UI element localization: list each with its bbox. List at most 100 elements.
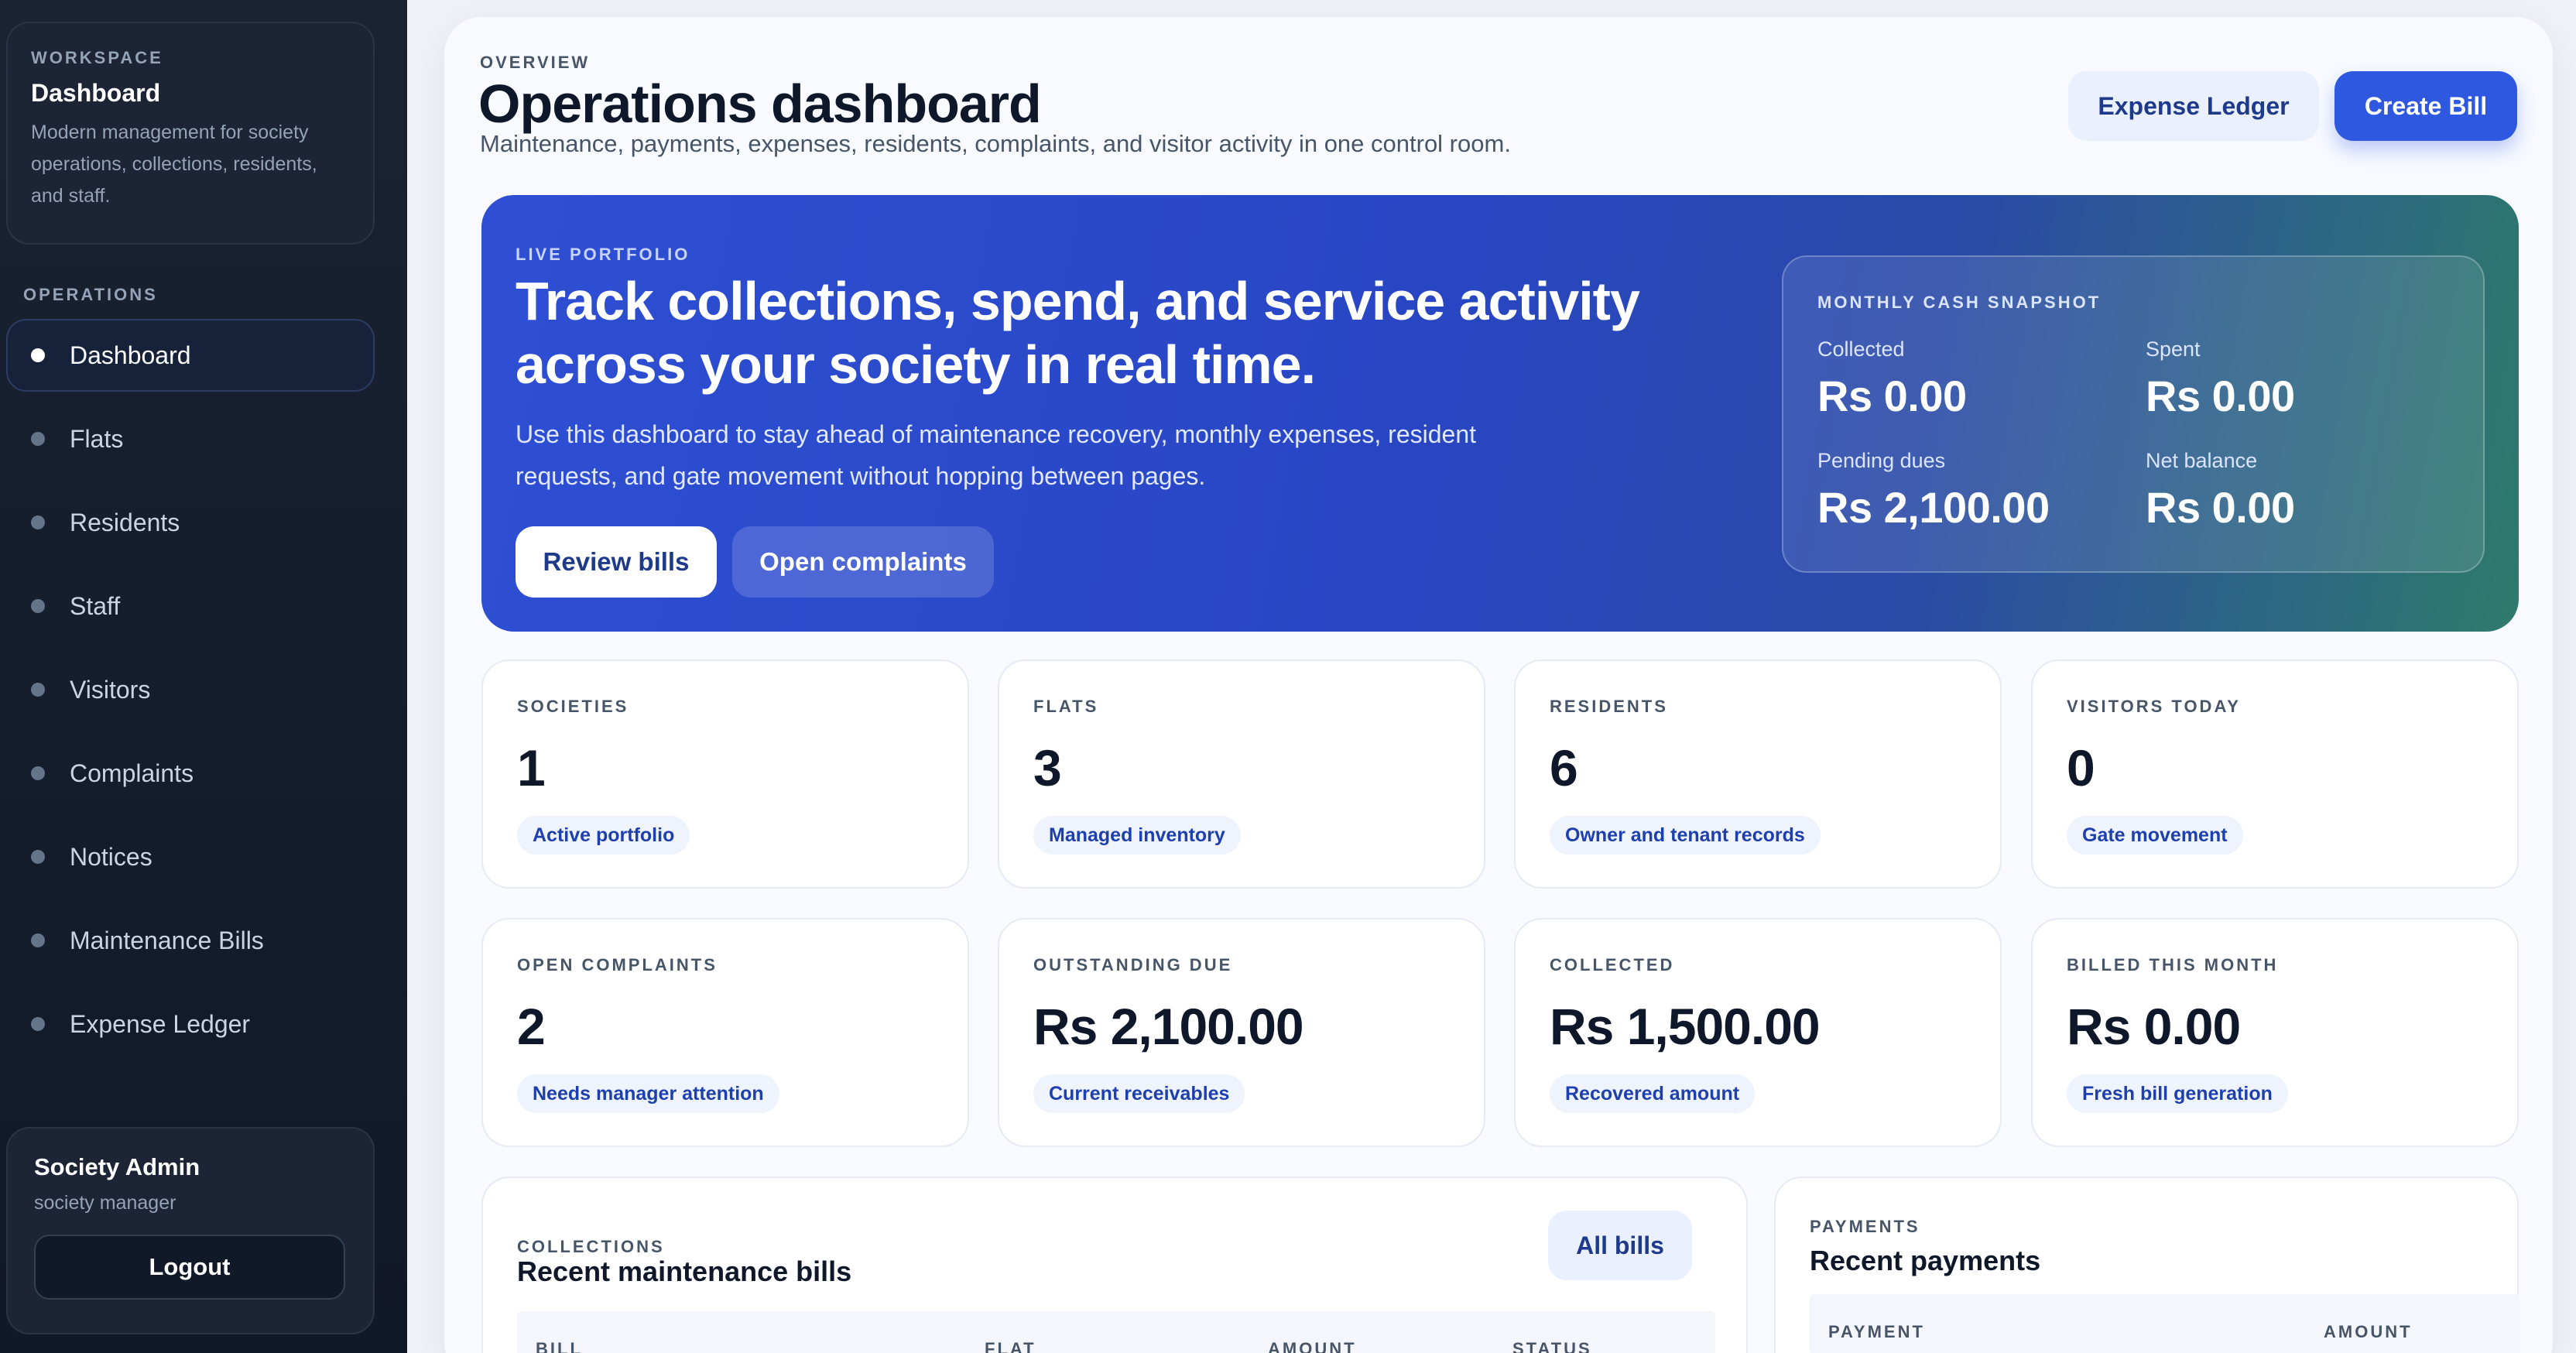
stat-label: COLLECTED (1550, 955, 1675, 975)
bills-table-header: BILL FLAT AMOUNT STATUS (517, 1311, 1715, 1353)
stat-value: Rs 1,500.00 (1550, 998, 1821, 1055)
stat-chip: Recovered amount (1550, 1074, 1756, 1113)
bullet-icon (31, 933, 45, 947)
stat-value: 1 (517, 739, 546, 796)
panel-eyebrow: PAYMENTS (1810, 1217, 1920, 1236)
user-card: Society Admin society manager Logout (6, 1127, 375, 1334)
workspace-description: Modern management for society operations… (31, 122, 317, 207)
stat-value: 0 (2067, 739, 2095, 796)
stat-value: 3 (1033, 739, 1062, 796)
review-bills-button[interactable]: Review bills (516, 526, 717, 598)
stat-value: 6 (1550, 739, 1578, 796)
stat-card-billed-this-month: BILLED THIS MONTH Rs 0.00 Fresh bill gen… (2031, 918, 2519, 1147)
bullet-icon (31, 432, 45, 446)
snapshot-collected: Collected Rs 0.00 (1817, 337, 2112, 421)
payments-table-header: PAYMENT AMOUNT (1810, 1294, 2520, 1353)
stat-card-societies: SOCIETIES 1 Active portfolio (481, 659, 969, 889)
snapshot-value: Rs 0.00 (2146, 372, 2295, 420)
page-eyebrow: OVERVIEW (480, 53, 591, 72)
stat-chip: Gate movement (2067, 816, 2243, 855)
bullet-icon (31, 599, 45, 613)
panel-eyebrow: COLLECTIONS (517, 1237, 665, 1256)
column-header-flat[interactable]: FLAT (985, 1339, 1036, 1353)
sidebar: WORKSPACE Dashboard Modern management fo… (0, 0, 407, 1353)
workspace-card: WORKSPACE Dashboard Modern management fo… (6, 22, 375, 245)
sidebar-item-staff[interactable]: Staff (6, 570, 375, 642)
sidebar-item-label: Visitors (70, 675, 151, 704)
stat-card-collected: COLLECTED Rs 1,500.00 Recovered amount (1514, 918, 2002, 1147)
nav-section-heading: OPERATIONS (23, 285, 158, 304)
cash-snapshot-card: MONTHLY CASH SNAPSHOT Collected Rs 0.00 … (1782, 255, 2485, 573)
all-bills-button[interactable]: All bills (1548, 1211, 1692, 1280)
sidebar-item-complaints[interactable]: Complaints (6, 737, 375, 810)
stat-label: RESIDENTS (1550, 697, 1668, 716)
hero-banner: LIVE PORTFOLIO Track collections, spend,… (481, 195, 2519, 632)
stat-value: Rs 2,100.00 (1033, 998, 1304, 1055)
bullet-icon (31, 1017, 45, 1031)
sidebar-item-notices[interactable]: Notices (6, 820, 375, 893)
sidebar-item-expense-ledger[interactable]: Expense Ledger (6, 988, 375, 1060)
panel-title: Recent maintenance bills (517, 1255, 852, 1287)
stat-label: SOCIETIES (517, 697, 629, 716)
recent-payments-panel: PAYMENTS Recent payments PAYMENT AMOUNT (1774, 1177, 2520, 1353)
open-complaints-button[interactable]: Open complaints (732, 526, 994, 598)
sidebar-item-label: Staff (70, 591, 121, 620)
user-name: Society Admin (34, 1153, 200, 1180)
workspace-eyebrow: WORKSPACE (31, 48, 163, 67)
sidebar-item-flats[interactable]: Flats (6, 402, 375, 475)
stat-chip: Current receivables (1033, 1074, 1245, 1113)
sidebar-item-visitors[interactable]: Visitors (6, 653, 375, 726)
stat-label: BILLED THIS MONTH (2067, 955, 2279, 975)
page-subtitle: Maintenance, payments, expenses, residen… (480, 130, 1511, 157)
sidebar-item-label: Complaints (70, 759, 194, 787)
sidebar-item-dashboard[interactable]: Dashboard (6, 319, 375, 392)
sidebar-item-label: Dashboard (70, 341, 191, 369)
column-header-payment[interactable]: PAYMENT (1828, 1322, 1925, 1342)
main-panel: OVERVIEW Operations dashboard Maintenanc… (444, 17, 2553, 1353)
sidebar-item-label: Flats (70, 424, 124, 453)
snapshot-pending-dues: Pending dues Rs 2,100.00 (1817, 449, 2112, 533)
snapshot-label: Pending dues (1817, 449, 1946, 472)
stat-label: FLATS (1033, 697, 1099, 716)
panel-title: Recent payments (1810, 1245, 2041, 1276)
create-bill-button[interactable]: Create Bill (2334, 71, 2517, 141)
bullet-icon (31, 516, 45, 529)
stat-card-residents: RESIDENTS 6 Owner and tenant records (1514, 659, 2002, 889)
snapshot-label: Collected (1817, 337, 1905, 361)
stat-label: OPEN COMPLAINTS (517, 955, 718, 975)
stat-chip: Fresh bill generation (2067, 1074, 2288, 1113)
snapshot-value: Rs 2,100.00 (1817, 483, 2050, 532)
column-header-amount[interactable]: AMOUNT (1268, 1339, 1357, 1353)
stat-chip: Managed inventory (1033, 816, 1241, 855)
expense-ledger-button[interactable]: Expense Ledger (2068, 71, 2319, 141)
sidebar-item-maintenance-bills[interactable]: Maintenance Bills (6, 904, 375, 977)
stat-card-visitors-today: VISITORS TODAY 0 Gate movement (2031, 659, 2519, 889)
stat-value: Rs 0.00 (2067, 998, 2241, 1055)
stat-label: OUTSTANDING DUE (1033, 955, 1233, 975)
snapshot-eyebrow: MONTHLY CASH SNAPSHOT (1817, 293, 2102, 312)
stat-card-open-complaints: OPEN COMPLAINTS 2 Needs manager attentio… (481, 918, 969, 1147)
snapshot-value: Rs 0.00 (2146, 483, 2295, 532)
snapshot-net-balance: Net balance Rs 0.00 (2146, 449, 2440, 533)
stat-chip: Owner and tenant records (1550, 816, 1821, 855)
sidebar-item-label: Residents (70, 508, 180, 536)
stat-chip: Needs manager attention (517, 1074, 779, 1113)
column-header-bill[interactable]: BILL (536, 1339, 583, 1353)
snapshot-label: Spent (2146, 337, 2201, 361)
sidebar-item-residents[interactable]: Residents (6, 486, 375, 559)
bullet-icon (31, 348, 45, 362)
logout-button[interactable]: Logout (34, 1235, 345, 1300)
stat-value: 2 (517, 998, 546, 1055)
user-role: society manager (34, 1192, 176, 1214)
sidebar-item-label: Expense Ledger (70, 1009, 251, 1038)
sidebar-nav: Dashboard Flats Residents Staff Visitors… (6, 319, 375, 1071)
stat-label: VISITORS TODAY (2067, 697, 2241, 716)
recent-bills-panel: COLLECTIONS Recent maintenance bills All… (481, 1177, 1748, 1353)
snapshot-value: Rs 0.00 (1817, 372, 1967, 420)
column-header-amount[interactable]: AMOUNT (2324, 1322, 2413, 1342)
stat-card-outstanding-due: OUTSTANDING DUE Rs 2,100.00 Current rece… (998, 918, 1485, 1147)
sidebar-item-label: Maintenance Bills (70, 926, 264, 954)
column-header-status[interactable]: STATUS (1512, 1339, 1592, 1353)
bullet-icon (31, 683, 45, 697)
snapshot-label: Net balance (2146, 449, 2258, 472)
